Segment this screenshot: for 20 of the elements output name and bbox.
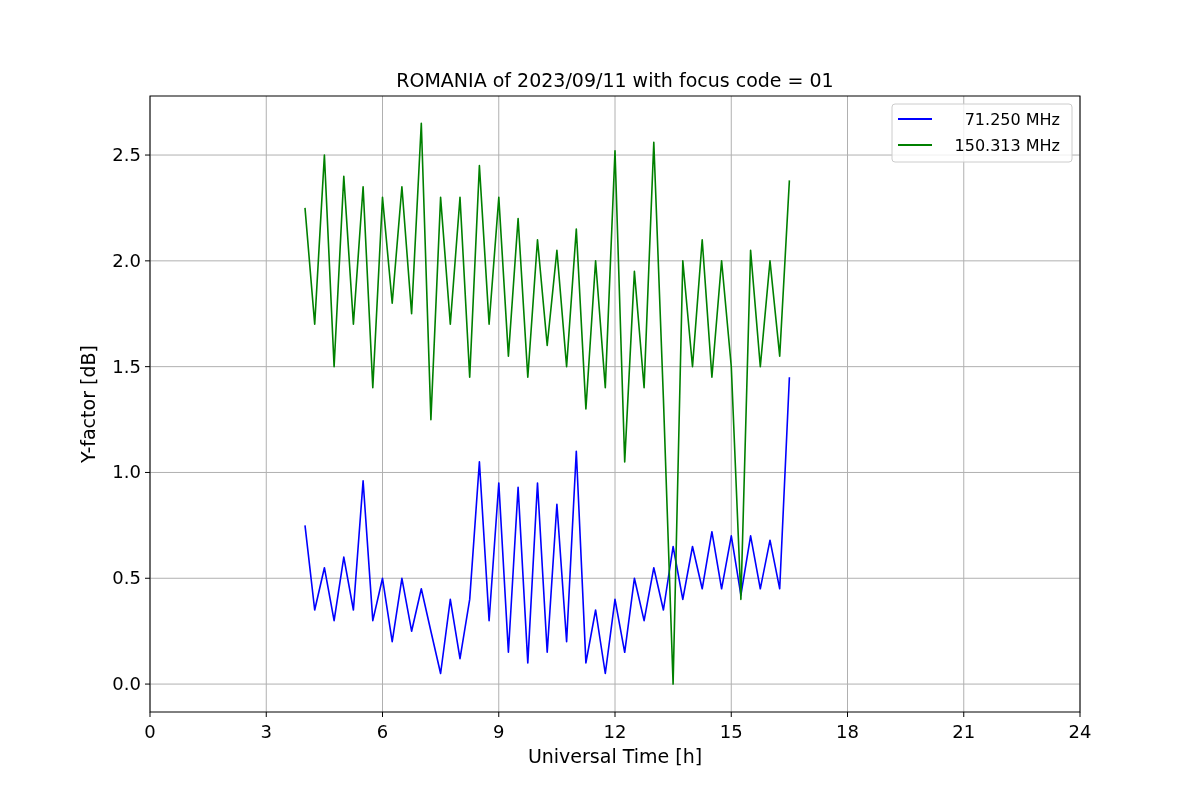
legend-label: 71.250 MHz — [964, 110, 1060, 129]
x-tick-label: 3 — [260, 721, 272, 742]
y-tick-label: 2.0 — [112, 249, 141, 271]
x-tick-label: 24 — [1068, 721, 1092, 742]
legend-label: 150.313 MHz — [954, 136, 1060, 155]
x-tick-label: 12 — [603, 721, 627, 742]
x-tick-label: 18 — [836, 721, 859, 742]
y-tick-label: 1.5 — [112, 355, 141, 377]
x-tick-label: 15 — [719, 721, 743, 742]
y-tick-label: 0.0 — [112, 673, 141, 695]
y-tick-label: 1.0 — [112, 461, 141, 483]
x-tick-label: 9 — [493, 721, 505, 742]
chart-title: ROMANIA of 2023/09/11 with focus code = 01 — [396, 69, 834, 91]
y-axis-label: Y-factor [dB] — [77, 345, 99, 463]
y-tick-label: 0.5 — [112, 567, 141, 589]
x-tick-label: 6 — [376, 721, 389, 742]
x-tick-label: 0 — [144, 721, 156, 742]
y-tick-label: 2.5 — [112, 144, 141, 166]
x-axis-label: Universal Time [h] — [527, 745, 703, 767]
x-tick-label: 21 — [952, 721, 976, 742]
